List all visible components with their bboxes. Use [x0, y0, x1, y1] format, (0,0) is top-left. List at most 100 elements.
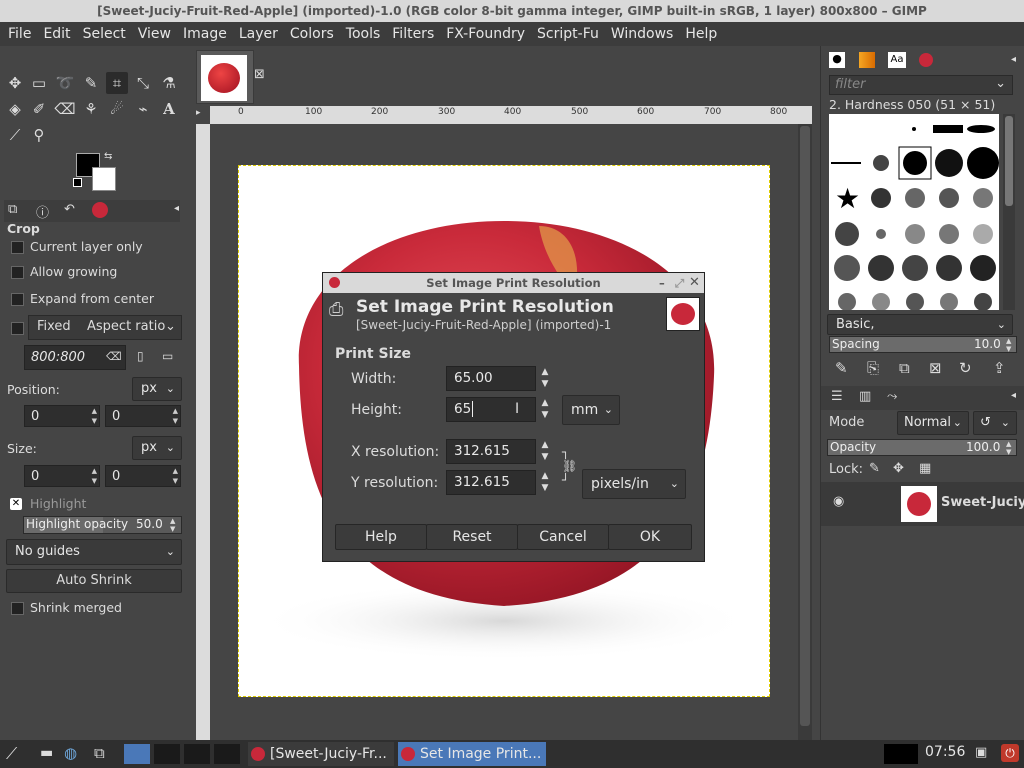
- ok-button[interactable]: OK: [608, 524, 692, 550]
- guides-combo[interactable]: No guides ⌄: [6, 539, 182, 565]
- quick-mask-icon[interactable]: ▸: [196, 108, 201, 118]
- clear-field-icon[interactable]: ⌫: [106, 350, 122, 363]
- configure-tab-icon[interactable]: ◂: [174, 203, 179, 214]
- color-picker-tool-icon[interactable]: ⟋: [4, 124, 26, 146]
- close-tab-icon[interactable]: ⊠: [254, 67, 265, 82]
- brush-preset-combo[interactable]: Basic, ⌄: [827, 314, 1013, 335]
- spin-arrows-icon[interactable]: ▲ ▼: [173, 406, 178, 426]
- fixed-checkbox[interactable]: [11, 322, 24, 335]
- paths-tool-icon[interactable]: ⌁: [132, 98, 154, 120]
- power-icon[interactable]: ⏻: [1001, 744, 1019, 762]
- text-tool-icon[interactable]: A: [158, 98, 180, 120]
- vertical-scrollbar[interactable]: [798, 124, 812, 740]
- close-icon[interactable]: ✕: [689, 273, 700, 293]
- browser-icon[interactable]: ◍: [64, 744, 77, 762]
- new-brush-icon[interactable]: ⎘: [867, 359, 879, 377]
- paintbrush-tool-icon[interactable]: ✐: [28, 98, 50, 120]
- allow-growing-checkbox[interactable]: [11, 266, 24, 279]
- size-unit-combo[interactable]: mm ⌄: [562, 395, 620, 425]
- images-tab-icon[interactable]: [919, 53, 933, 67]
- menu-help[interactable]: Help: [679, 22, 723, 46]
- file-manager-icon[interactable]: ⧉: [94, 744, 105, 762]
- landscape-icon[interactable]: ▭: [162, 349, 173, 363]
- size-y-input[interactable]: 0 ▲ ▼: [105, 465, 181, 487]
- height-input[interactable]: 65: [446, 397, 536, 422]
- move-tool-icon[interactable]: ✥: [4, 72, 26, 94]
- smudge-tool-icon[interactable]: ☄: [106, 98, 128, 120]
- highlight-checkbox[interactable]: ✕: [10, 498, 22, 510]
- lasso-tool-icon[interactable]: ➰: [54, 72, 76, 94]
- menu-tools[interactable]: Tools: [340, 22, 387, 46]
- undo-history-tab-icon[interactable]: ↶: [64, 202, 75, 217]
- spin-arrows-icon[interactable]: ▲ ▼: [92, 466, 97, 486]
- chain-link-icon[interactable]: ┐ ⛓ ┘: [562, 445, 577, 491]
- menu-fx-foundry[interactable]: FX-Foundry: [440, 22, 531, 46]
- help-button[interactable]: Help: [335, 524, 427, 550]
- spin-arrows-icon[interactable]: ▲ ▼: [92, 406, 97, 426]
- menu-select[interactable]: Select: [77, 22, 132, 46]
- chevron-down-icon[interactable]: ⌄: [165, 319, 176, 334]
- spin-arrows-icon[interactable]: ▲ ▼: [1006, 440, 1011, 456]
- vertical-ruler[interactable]: [196, 124, 210, 740]
- image-tab[interactable]: [196, 50, 254, 104]
- clone-tool-icon[interactable]: ⚘: [80, 98, 102, 120]
- taskbar-dialog-window[interactable]: Set Image Print...: [398, 742, 546, 766]
- maximize-icon[interactable]: ⤢: [675, 273, 684, 293]
- y-resolution-input[interactable]: 312.615: [446, 470, 536, 495]
- size-x-input[interactable]: 0 ▲ ▼: [24, 465, 100, 487]
- channels-tab-icon[interactable]: ▥: [859, 389, 871, 404]
- rect-select-tool-icon[interactable]: ▭: [28, 72, 50, 94]
- duplicate-brush-icon[interactable]: ⧉: [899, 359, 910, 377]
- aspect-mode-combo[interactable]: Aspect ratio: [87, 319, 165, 334]
- start-menu-icon[interactable]: ⟋: [6, 744, 17, 764]
- configure-tab-icon[interactable]: ◂: [1011, 54, 1016, 65]
- background-color-swatch[interactable]: [92, 167, 116, 191]
- expand-from-center-checkbox[interactable]: [11, 293, 24, 306]
- opacity-slider[interactable]: Opacity 100.0 ▲ ▼: [827, 439, 1017, 456]
- tool-options-tab-icon[interactable]: ⧉: [8, 202, 17, 217]
- chevron-down-icon[interactable]: ⌄: [995, 76, 1006, 91]
- horizontal-ruler[interactable]: 0 100 200 300 400 500 600 700 800: [210, 106, 812, 124]
- menu-script-fu[interactable]: Script-Fu: [531, 22, 605, 46]
- workspace-3-icon[interactable]: [184, 744, 210, 764]
- scrollbar-thumb[interactable]: [1005, 116, 1013, 206]
- crop-tool-icon[interactable]: ⌗: [106, 72, 128, 94]
- fuzzy-select-tool-icon[interactable]: ✎: [80, 72, 102, 94]
- brushes-tab-icon[interactable]: ●: [829, 52, 845, 68]
- scrollbar-thumb[interactable]: [800, 126, 810, 726]
- layer-blend-space-combo[interactable]: ↺ ⌄: [973, 411, 1017, 435]
- edit-brush-icon[interactable]: ✎: [835, 359, 848, 377]
- configure-tab-icon[interactable]: ◂: [1011, 390, 1016, 401]
- menu-colors[interactable]: Colors: [284, 22, 340, 46]
- images-tab-icon[interactable]: [92, 202, 108, 218]
- x-resolution-input[interactable]: 312.615: [446, 439, 536, 464]
- menu-file[interactable]: File: [0, 22, 37, 46]
- lock-pixels-icon[interactable]: ✎: [869, 461, 880, 476]
- spin-arrows-icon[interactable]: ▲ ▼: [170, 517, 175, 533]
- menu-image[interactable]: Image: [177, 22, 233, 46]
- menu-layer[interactable]: Layer: [233, 22, 284, 46]
- show-desktop-icon[interactable]: ▬: [40, 745, 53, 761]
- eraser-tool-icon[interactable]: ⌫: [54, 98, 76, 120]
- current-layer-only-checkbox[interactable]: [11, 241, 24, 254]
- taskbar-gimp-window[interactable]: [Sweet-Juciy-Fr...: [248, 742, 394, 766]
- delete-brush-icon[interactable]: ⊠: [929, 359, 942, 377]
- swap-colors-icon[interactable]: ⇆: [104, 151, 112, 162]
- x-resolution-spin-arrows-icon[interactable]: ▲ ▼: [535, 439, 555, 464]
- layer-row[interactable]: ◉ Sweet-Juciy: [821, 482, 1024, 526]
- refresh-brushes-icon[interactable]: ↻: [959, 359, 972, 377]
- navigate-icon[interactable]: ◎: [800, 107, 814, 121]
- patterns-tab-icon[interactable]: [859, 52, 875, 68]
- menu-filters[interactable]: Filters: [386, 22, 440, 46]
- auto-shrink-button[interactable]: Auto Shrink: [6, 569, 182, 593]
- resolution-unit-combo[interactable]: pixels/in ⌄: [582, 469, 686, 499]
- brush-as-image-icon[interactable]: ⇪: [993, 359, 1006, 377]
- menu-edit[interactable]: Edit: [37, 22, 76, 46]
- brush-grid-scrollbar[interactable]: [1003, 114, 1015, 310]
- menu-windows[interactable]: Windows: [605, 22, 680, 46]
- minimize-icon[interactable]: –: [659, 273, 665, 293]
- default-colors-icon[interactable]: [73, 178, 82, 187]
- cancel-button[interactable]: Cancel: [517, 524, 609, 550]
- device-status-tab-icon[interactable]: ⓘ: [36, 202, 49, 221]
- brush-grid[interactable]: ★: [829, 114, 999, 311]
